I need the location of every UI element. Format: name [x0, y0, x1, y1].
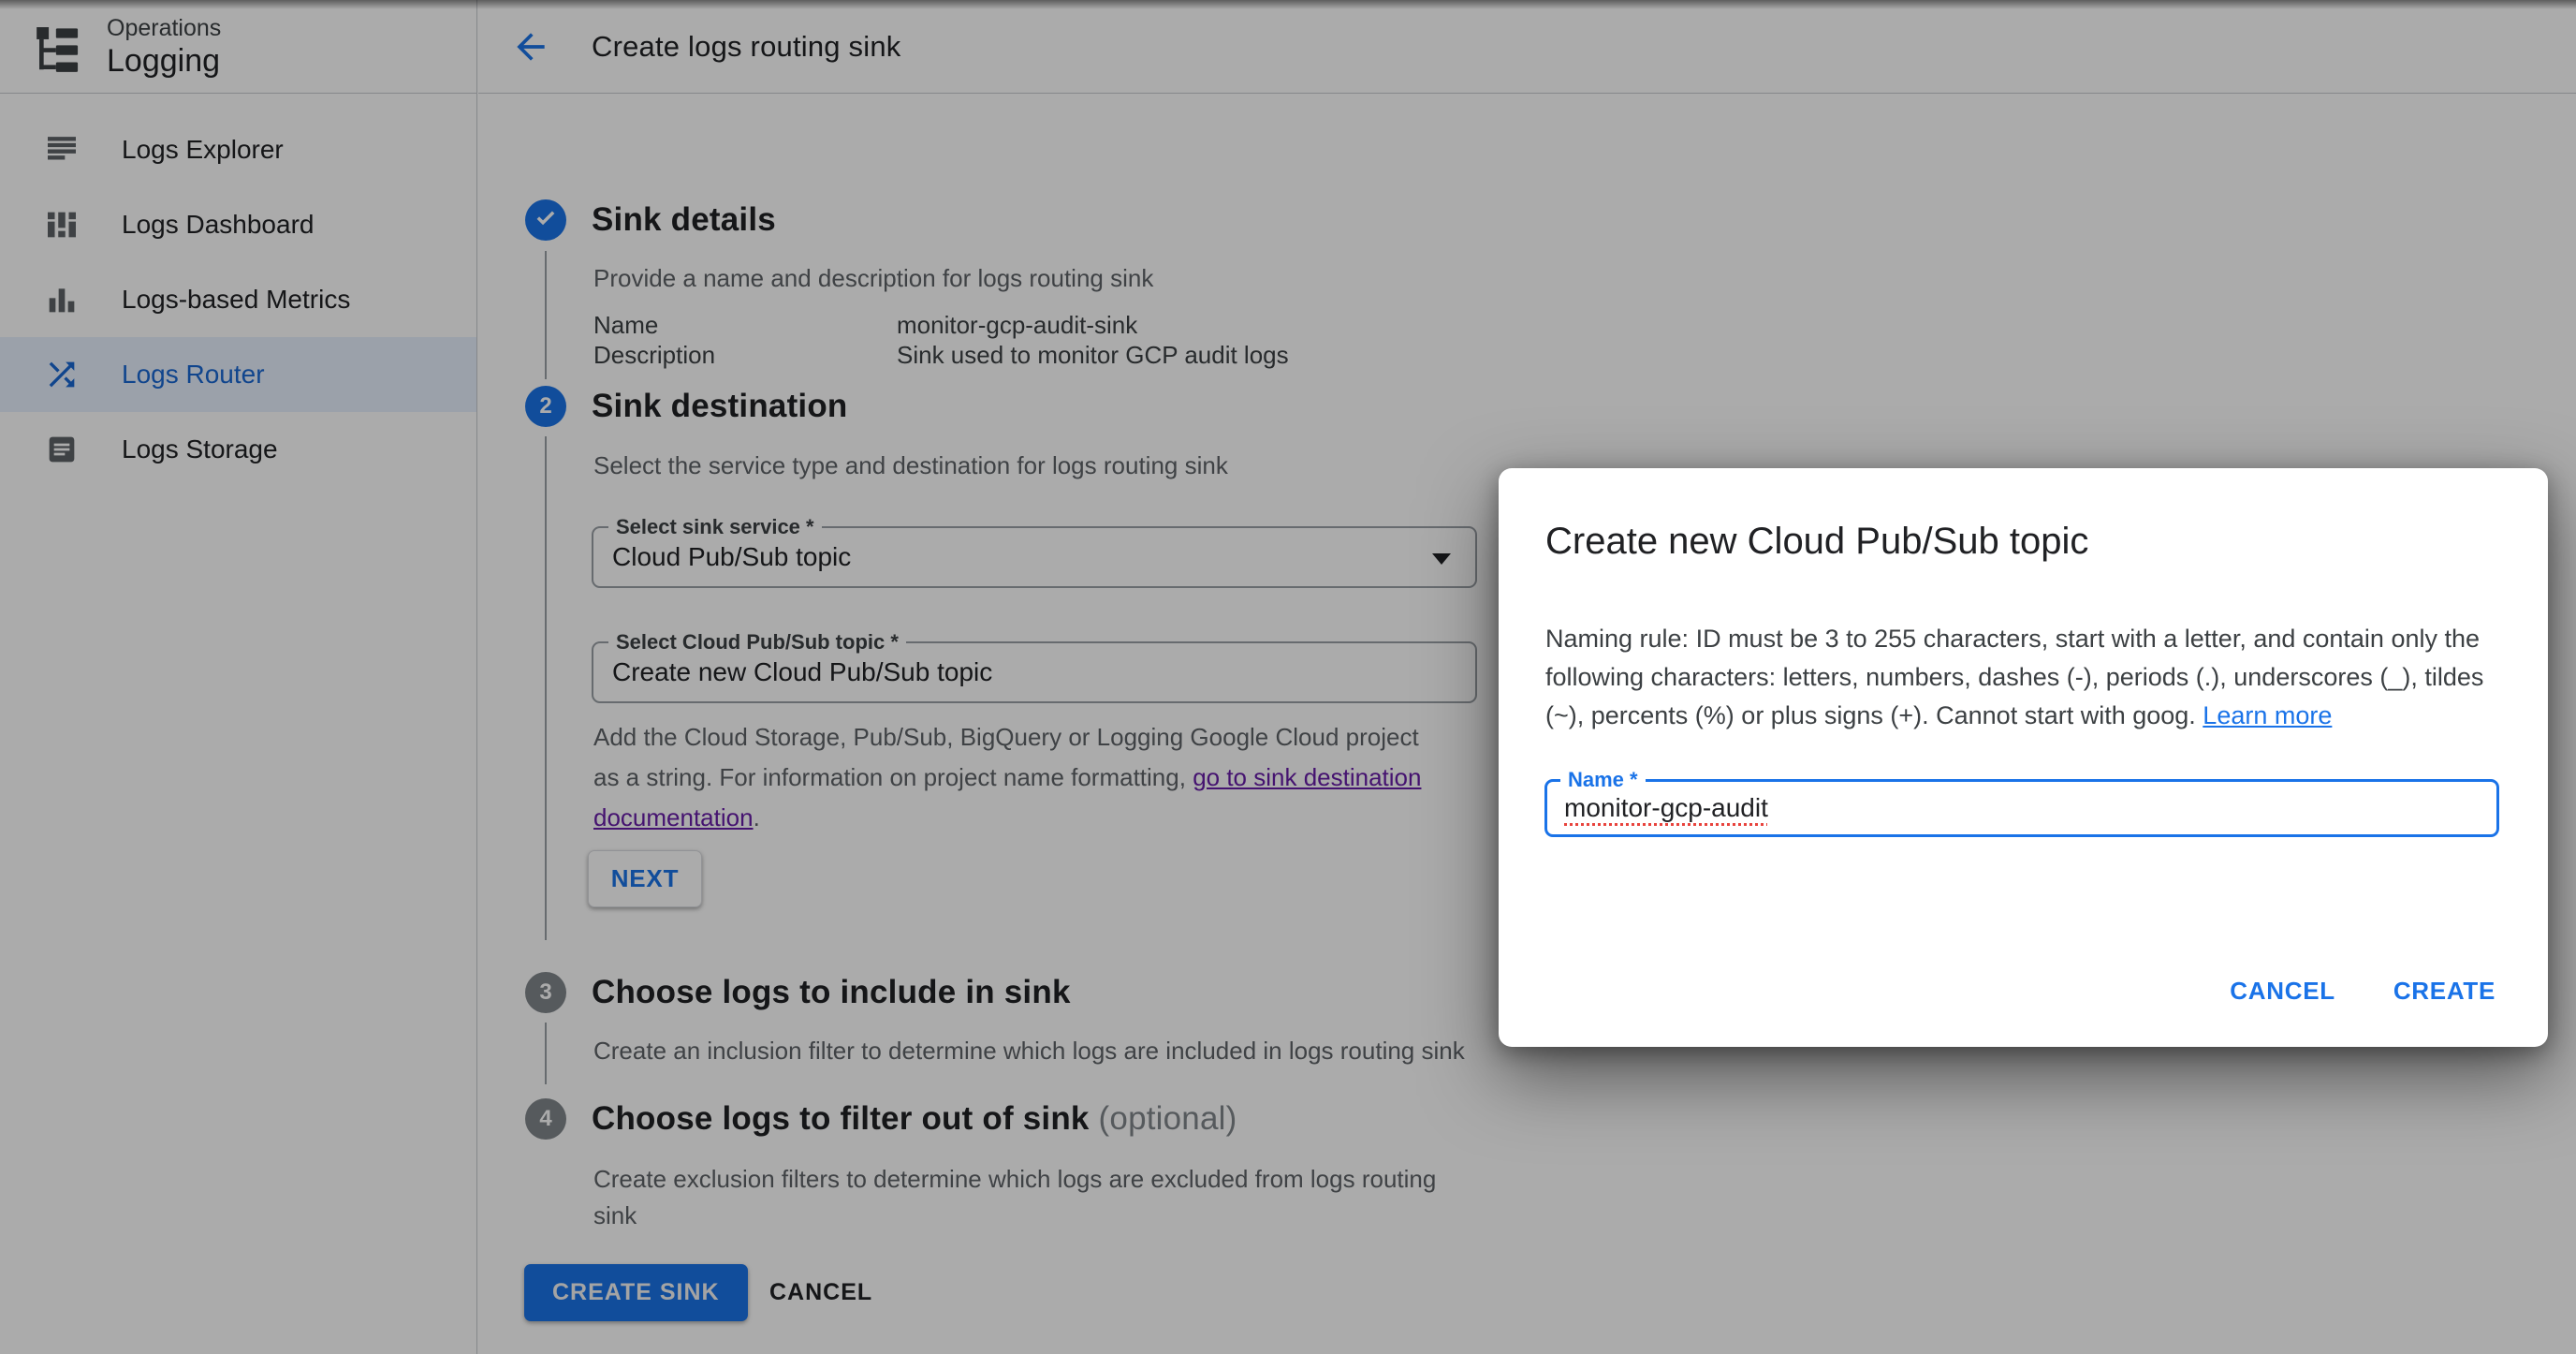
topic-name-text: monitor-gcp-audit	[1564, 793, 1768, 823]
topic-name-field[interactable]: Name * monitor-gcp-audit	[1544, 779, 2499, 837]
dialog-naming-rule-text: Naming rule: ID must be 3 to 255 charact…	[1545, 620, 2504, 735]
dialog-create-button[interactable]: CREATE	[2393, 977, 2496, 1006]
screen: Operations Logging Logs Explorer	[0, 0, 2576, 1354]
dialog-cancel-button[interactable]: CANCEL	[2230, 977, 2335, 1006]
naming-rule-text: Naming rule: ID must be 3 to 255 charact…	[1545, 625, 2483, 729]
topic-name-field-value: monitor-gcp-audit	[1564, 782, 1768, 834]
dialog-title: Create new Cloud Pub/Sub topic	[1545, 521, 2088, 563]
learn-more-link[interactable]: Learn more	[2203, 701, 2332, 729]
dialog-actions: CANCEL CREATE	[2230, 977, 2496, 1006]
create-pubsub-topic-dialog: Create new Cloud Pub/Sub topic Naming ru…	[1499, 468, 2548, 1047]
